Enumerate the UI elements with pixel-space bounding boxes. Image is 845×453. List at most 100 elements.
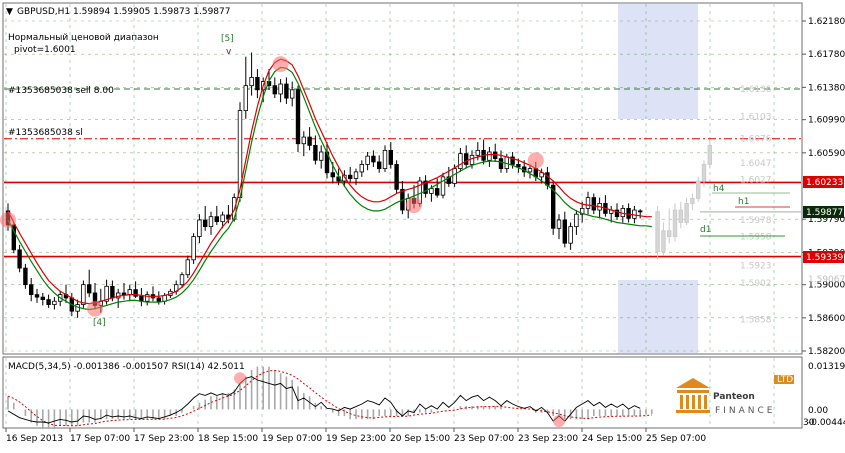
candle-body	[255, 76, 260, 91]
price-tick-label: 1.61780	[808, 50, 845, 60]
candle-body	[208, 216, 214, 228]
candle-body	[498, 158, 504, 169]
candle-body	[347, 174, 353, 179]
time-tick-label: 16 Sep 2013	[6, 434, 63, 444]
ghost-body	[701, 164, 707, 182]
candle-body	[353, 171, 359, 179]
candle-body	[591, 197, 596, 211]
wave5-marker: v	[226, 47, 232, 57]
pivot-circle	[272, 56, 289, 73]
candle-body	[626, 207, 631, 219]
rsi-pivot-circle	[553, 415, 565, 428]
time-tick-label: 20 Sep 15:00	[390, 434, 450, 444]
candle-body	[469, 154, 475, 165]
time-tick-label: 17 Sep 23:00	[134, 434, 194, 444]
price-faint-tick: 1.59067	[808, 275, 845, 285]
candle-body	[214, 216, 219, 223]
candle-body	[359, 164, 364, 173]
candle-body	[568, 226, 573, 244]
candle-body	[330, 172, 335, 178]
logo-badge-text: LTD	[777, 375, 793, 385]
faint-level-label: 1.6136	[740, 85, 772, 95]
candle-body	[371, 155, 376, 163]
candle-body	[52, 300, 57, 305]
candle-body	[562, 219, 567, 244]
indicator-label: MACD(5,34,5) -0.001386 -0.001507 RSI(14)…	[8, 362, 245, 372]
candle-body	[434, 188, 440, 196]
time-tick-label: 17 Sep 07:00	[70, 434, 130, 444]
price-tick-label: 1.58600	[808, 314, 845, 324]
indicator-tick-label: 0.00	[808, 406, 828, 416]
highlight-band-bottom	[618, 280, 698, 353]
faint-level-label: 1.6047	[740, 159, 772, 169]
candle-body	[492, 151, 498, 160]
candle-body	[220, 214, 225, 223]
candle-body	[487, 151, 492, 161]
candle-body	[463, 153, 469, 165]
chart-canvas[interactable]: ▼ GBPUSD,H1 1.59894 1.59905 1.59873 1.59…	[0, 0, 845, 449]
candle-body	[185, 259, 190, 276]
candle-body	[249, 76, 254, 87]
faint-level-label: 1.5958	[740, 233, 772, 243]
ghost-body	[690, 198, 695, 204]
candle-body	[81, 284, 86, 305]
h1-label: h1	[738, 197, 749, 207]
pivot-circle	[406, 197, 422, 214]
ghost-body	[672, 209, 678, 237]
faint-level-label: 1.5858	[740, 315, 772, 325]
candle-body	[121, 292, 127, 296]
pivot-circle	[0, 211, 16, 228]
candle-body	[179, 274, 185, 286]
ghost-body	[696, 180, 701, 199]
price-tick-label: 1.61380	[808, 83, 845, 93]
price-tick-label: 1.58200	[808, 347, 845, 357]
indicator-name-label: Нормальный ценовой диапазон	[8, 33, 159, 43]
candle-body	[475, 149, 480, 156]
candle-body	[34, 294, 40, 298]
faint-level-label: 1.6076	[740, 135, 772, 145]
candle-body	[301, 136, 306, 145]
candle-body	[429, 188, 434, 194]
candle-body	[574, 213, 579, 228]
mt-chart-window[interactable]: ▼ GBPUSD,H1 1.59894 1.59905 1.59873 1.59…	[0, 0, 845, 449]
level-upper-value: 1.60233	[806, 178, 843, 188]
sell-order-label[interactable]: #1353685038 sell 8.00	[8, 86, 114, 96]
wave5-label: [5]	[221, 34, 234, 44]
time-tick-label: 24 Sep 15:00	[582, 434, 642, 444]
logo-sub: FINANCE	[715, 406, 775, 416]
logo-name: Panteon	[713, 392, 755, 402]
faint-level-label: 1.5978	[740, 216, 772, 226]
candle-body	[40, 296, 45, 300]
candle-body	[307, 136, 312, 146]
collapse-arrow-icon[interactable]: ▼	[6, 7, 13, 17]
faint-level-label: 1.6027	[740, 175, 772, 185]
time-tick-label: 23 Sep 23:00	[518, 434, 578, 444]
candle-body	[388, 149, 393, 165]
level-lower-value: 1.59339	[806, 253, 843, 263]
candle-body	[632, 209, 637, 219]
stop-loss-label[interactable]: #1353685038 sl	[8, 128, 83, 138]
d1-label: d1	[700, 225, 711, 235]
rsi-pivot-circle	[234, 372, 246, 385]
candle-body	[313, 144, 318, 161]
symbol-info: GBPUSD,H1 1.59894 1.59905 1.59873 1.5987…	[17, 7, 230, 17]
candle-body	[156, 297, 161, 302]
pivot-label: pivot=1.6001	[14, 45, 76, 55]
price-tick-label: 1.60590	[808, 149, 845, 159]
candle-body	[278, 83, 283, 95]
candle-body	[295, 89, 301, 145]
wave4-label: [4]	[93, 318, 106, 328]
candle-body	[289, 89, 295, 99]
candle-body	[127, 289, 132, 296]
current-price-value: 1.59877	[806, 208, 843, 218]
time-tick-label: 25 Sep 07:00	[646, 434, 706, 444]
faint-level-label: 1.5923	[740, 262, 772, 272]
candle-body	[527, 168, 533, 173]
indicator-tick-label: 0.013196	[808, 362, 845, 372]
pivot-circle	[87, 300, 103, 317]
pivot-circle	[527, 152, 544, 169]
price-tick-label: 1.60990	[808, 116, 845, 126]
candle-body	[318, 151, 324, 161]
candle-body	[516, 164, 521, 168]
candle-body	[23, 267, 28, 286]
